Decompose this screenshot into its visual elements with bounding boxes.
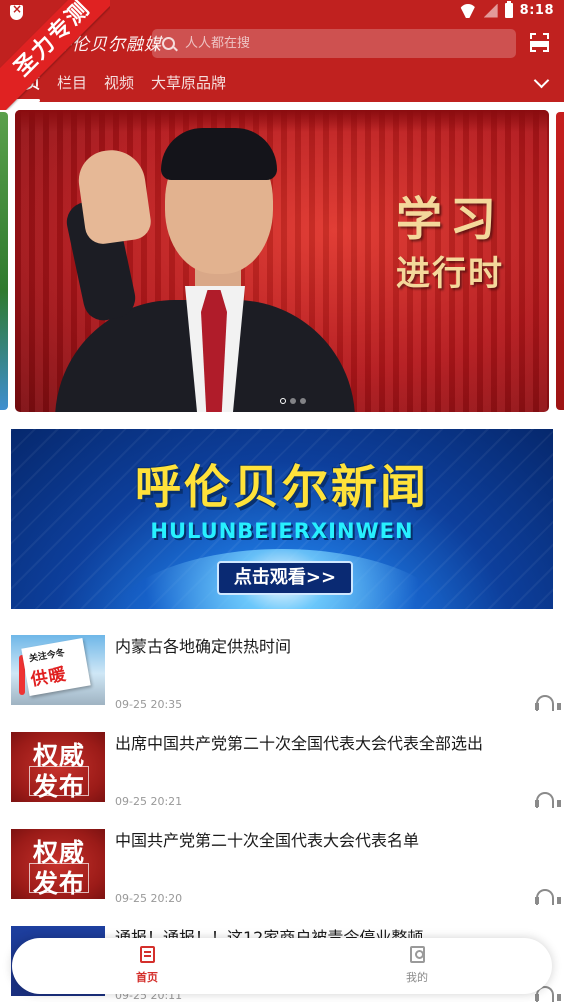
headphone-icon[interactable] bbox=[535, 889, 561, 905]
news-title[interactable]: 出席中国共产党第二十次全国代表大会代表全部选出 bbox=[115, 733, 535, 755]
list-item[interactable]: 关注今冬 供暖 内蒙古各地确定供热时间 09-25 20:35 bbox=[0, 625, 564, 722]
ad-subtitle: HULUNBEIERXINWEN bbox=[150, 519, 414, 543]
search-icon bbox=[162, 37, 175, 50]
nav-home[interactable]: 首页 bbox=[12, 938, 282, 994]
news-time: 09-25 20:20 bbox=[115, 892, 183, 905]
nav-home-label: 首页 bbox=[136, 971, 158, 984]
home-news-icon bbox=[140, 946, 155, 963]
slide-title-line2: 进行时 bbox=[396, 254, 504, 294]
bottom-nav: 首页 我的 bbox=[12, 938, 552, 994]
tab-grassland-brand[interactable]: 大草原品牌 bbox=[151, 72, 226, 98]
search-box[interactable] bbox=[152, 29, 516, 58]
cell-signal-icon bbox=[483, 3, 498, 18]
battery-icon bbox=[504, 1, 513, 18]
carousel-indicator bbox=[280, 398, 306, 404]
news-title[interactable]: 中国共产党第二十次全国代表大会代表名单 bbox=[115, 830, 535, 852]
watch-now-button[interactable]: 点击观看>> bbox=[217, 561, 353, 595]
nav-mine[interactable]: 我的 bbox=[282, 938, 552, 994]
thumbnail-caption: 发布 bbox=[33, 869, 86, 898]
chevron-down-icon[interactable] bbox=[532, 72, 552, 92]
slide-photo bbox=[15, 110, 375, 412]
banner-carousel[interactable]: 学习 进行时 bbox=[0, 110, 564, 412]
next-slide-peek[interactable] bbox=[556, 112, 564, 410]
search-input[interactable] bbox=[185, 36, 485, 51]
headphone-icon[interactable] bbox=[535, 695, 561, 711]
ribbon-label: 圣力专测 bbox=[0, 0, 110, 110]
carousel-dot[interactable] bbox=[290, 398, 296, 404]
slide-title: 学习 进行时 bbox=[375, 190, 525, 300]
carousel-dot[interactable] bbox=[300, 398, 306, 404]
headphone-icon[interactable] bbox=[535, 792, 561, 808]
list-item[interactable]: 权威 发布 中国共产党第二十次全国代表大会代表名单 09-25 20:20 bbox=[0, 819, 564, 916]
news-thumbnail: 权威 发布 bbox=[11, 829, 105, 899]
nav-mine-label: 我的 bbox=[406, 971, 428, 984]
corner-ribbon: 圣力专测 bbox=[0, 0, 110, 110]
slide-title-line1: 学习 bbox=[396, 192, 504, 246]
list-item[interactable]: 权威 发布 出席中国共产党第二十次全国代表大会代表全部选出 09-25 20:2… bbox=[0, 722, 564, 819]
scan-icon[interactable] bbox=[530, 33, 549, 52]
ad-title: 呼伦贝尔新闻 bbox=[135, 460, 429, 514]
news-title[interactable]: 内蒙古各地确定供热时间 bbox=[115, 636, 535, 658]
status-indicators: 8:18 bbox=[459, 1, 554, 18]
profile-icon bbox=[410, 946, 425, 963]
status-time: 8:18 bbox=[519, 3, 554, 18]
news-thumbnail: 权威 发布 bbox=[11, 732, 105, 802]
thumbnail-caption: 供暖 bbox=[29, 664, 69, 691]
news-thumbnail: 关注今冬 供暖 bbox=[11, 635, 105, 705]
news-time: 09-25 20:21 bbox=[115, 795, 183, 808]
previous-slide-peek[interactable] bbox=[0, 112, 8, 410]
carousel-dot[interactable] bbox=[280, 398, 286, 404]
news-time: 09-25 20:35 bbox=[115, 698, 183, 711]
wifi-icon bbox=[459, 4, 477, 18]
banner-slide[interactable]: 学习 进行时 bbox=[15, 110, 549, 412]
news-ad-banner[interactable]: 呼伦贝尔新闻 HULUNBEIERXINWEN 点击观看>> bbox=[11, 429, 553, 609]
thumbnail-caption: 发布 bbox=[33, 772, 86, 801]
